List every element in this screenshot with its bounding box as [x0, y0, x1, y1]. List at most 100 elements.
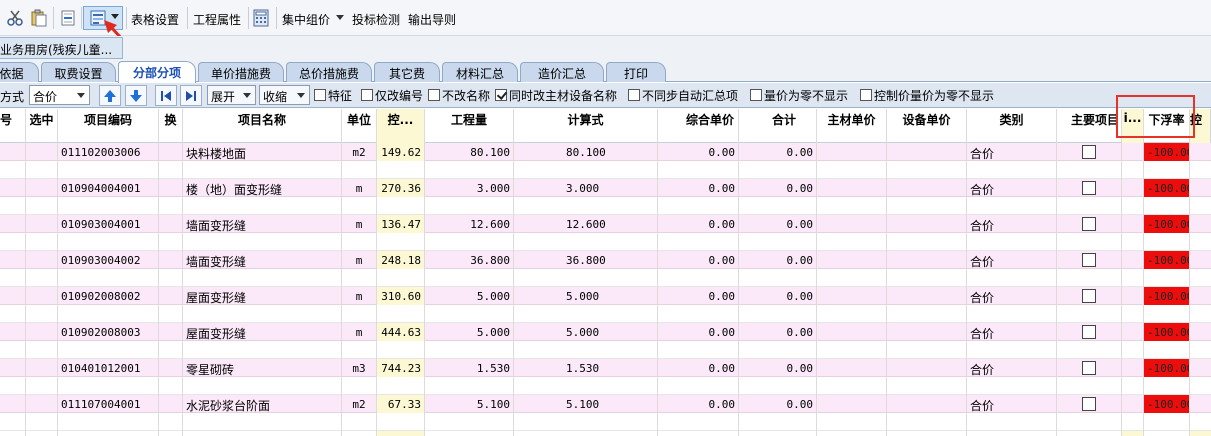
cell-formula[interactable]: 5.100 — [514, 395, 658, 413]
checkbox-box[interactable] — [628, 89, 640, 101]
main-item-checkbox[interactable] — [1082, 253, 1096, 267]
cell-formula[interactable]: 3.000 — [514, 179, 658, 197]
checkbox-feature[interactable]: 特征 — [314, 86, 352, 104]
cell-unit-price[interactable]: 0.00 — [658, 179, 739, 197]
cell-total[interactable]: 0.00 — [739, 287, 817, 305]
cell-name[interactable]: 墙面变形缝 — [183, 215, 342, 233]
expand-dropdown[interactable]: 展开 — [207, 85, 256, 105]
cell-total[interactable]: 0.00 — [739, 215, 817, 233]
main-item-checkbox[interactable] — [1082, 289, 1096, 303]
cell-unit[interactable]: m — [342, 215, 377, 233]
cell-quantity[interactable]: 3.000 — [425, 179, 514, 197]
cell-control-price[interactable]: 67.33 — [377, 395, 425, 413]
col-header-code[interactable]: 项目编码 — [58, 109, 159, 143]
col-header-selected[interactable]: 选中 — [26, 109, 58, 143]
cell-quantity[interactable]: 5.000 — [425, 323, 514, 341]
checkbox-box[interactable] — [428, 89, 440, 101]
cell-code[interactable]: 011102003006 — [58, 143, 159, 161]
cell-category[interactable]: 合价 — [967, 215, 1057, 233]
cell-unit[interactable]: m — [342, 179, 377, 197]
group-pricing-menu[interactable]: 集中组价 — [282, 11, 330, 28]
col-header-equipment-price[interactable]: 设备单价 — [887, 109, 967, 143]
cell-total[interactable]: 0.00 — [739, 143, 817, 161]
cell-formula[interactable]: 5.000 — [514, 287, 658, 305]
paste-icon[interactable] — [29, 8, 49, 28]
main-item-checkbox[interactable] — [1082, 181, 1096, 195]
tab-print[interactable]: 打印 — [606, 62, 666, 82]
bid-check-menu[interactable]: 投标检测 — [352, 11, 400, 28]
cell-unit-price[interactable]: 0.00 — [658, 359, 739, 377]
cell-total[interactable]: 0.00 — [739, 395, 817, 413]
col-header-index[interactable]: 号 — [0, 109, 26, 143]
cell-code[interactable]: 010903004001 — [58, 215, 159, 233]
cell-quantity[interactable]: 36.800 — [425, 251, 514, 269]
col-header-unit[interactable]: 单位 — [342, 109, 377, 143]
cell-category[interactable]: 合价 — [967, 323, 1057, 341]
cell-control-price[interactable]: 149.62 — [377, 143, 425, 161]
checkbox-box[interactable] — [860, 89, 872, 101]
cell-name[interactable]: 水泥砂浆台阶面 — [183, 395, 342, 413]
cell-discount-rate[interactable]: -100.00 — [1144, 287, 1190, 305]
col-header-name[interactable]: 项目名称 — [183, 109, 342, 143]
cell-discount-rate[interactable]: -100.00 — [1144, 179, 1190, 197]
cell-formula[interactable]: 12.600 — [514, 215, 658, 233]
cell-discount-rate[interactable]: -100.00 — [1144, 215, 1190, 233]
cell-code[interactable]: 010903004002 — [58, 251, 159, 269]
main-item-checkbox[interactable] — [1082, 361, 1096, 375]
cell-category[interactable]: 合价 — [967, 179, 1057, 197]
cell-name[interactable]: 墙面变形缝 — [183, 251, 342, 269]
tab-basis[interactable]: 依据 — [0, 62, 39, 82]
cell-unit[interactable]: m2 — [342, 395, 377, 413]
cell-formula[interactable]: 5.000 — [514, 323, 658, 341]
checkbox-box-checked[interactable] — [495, 89, 507, 101]
cell-category[interactable]: 合价 — [967, 395, 1057, 413]
cell-unit-price[interactable]: 0.00 — [658, 287, 739, 305]
col-header-total[interactable]: 合计 — [739, 109, 817, 143]
tab-other-fees[interactable]: 其它费 — [374, 62, 440, 82]
col-header-main-item[interactable]: 主要项目 — [1057, 109, 1122, 143]
cell-total[interactable]: 0.00 — [739, 179, 817, 197]
cell-quantity[interactable]: 12.600 — [425, 215, 514, 233]
project-attributes-menu[interactable]: 工程属性 — [193, 11, 241, 28]
checkbox-hide-zero[interactable]: 量价为零不显示 — [750, 86, 848, 104]
cell-quantity[interactable]: 80.100 — [425, 143, 514, 161]
cell-formula[interactable]: 1.530 — [514, 359, 658, 377]
main-item-checkbox[interactable] — [1082, 325, 1096, 339]
cell-unit-price[interactable]: 0.00 — [658, 143, 739, 161]
calculator-icon[interactable] — [251, 8, 271, 28]
cell-discount-rate[interactable]: -100.00 — [1144, 395, 1190, 413]
cell-code[interactable]: 010401012001 — [58, 359, 159, 377]
cell-control-price[interactable]: 310.60 — [377, 287, 425, 305]
file-tab[interactable]: 业务用房(残疾儿童... — [0, 37, 123, 59]
main-item-checkbox[interactable] — [1082, 145, 1096, 159]
col-header-formula[interactable]: 计算式 — [514, 109, 658, 143]
cell-unit-price[interactable]: 0.00 — [658, 215, 739, 233]
cell-control-price[interactable]: 270.36 — [377, 179, 425, 197]
cell-control-price[interactable]: 248.18 — [377, 251, 425, 269]
cell-category[interactable]: 合价 — [967, 287, 1057, 305]
col-header-control-price[interactable]: 控... — [377, 109, 425, 143]
cell-discount-rate[interactable]: -100.00 — [1144, 359, 1190, 377]
col-header-quantity[interactable]: 工程量 — [425, 109, 514, 143]
checkbox-box[interactable] — [314, 89, 326, 101]
cell-unit[interactable]: m — [342, 323, 377, 341]
cell-category[interactable]: 合价 — [967, 143, 1057, 161]
cell-discount-rate[interactable]: -100.00 — [1144, 143, 1190, 161]
cell-total[interactable]: 0.00 — [739, 359, 817, 377]
tab-total-measures[interactable]: 总价措施费 — [286, 62, 372, 82]
tab-cost-summary[interactable]: 造价汇总 — [520, 62, 604, 82]
cell-control-price[interactable]: 136.47 — [377, 215, 425, 233]
cell-unit[interactable]: m — [342, 287, 377, 305]
main-item-checkbox[interactable] — [1082, 397, 1096, 411]
cell-unit[interactable]: m3 — [342, 359, 377, 377]
cell-name[interactable]: 块料楼地面 — [183, 143, 342, 161]
cell-unit-price[interactable]: 0.00 — [658, 395, 739, 413]
cell-formula[interactable]: 36.800 — [514, 251, 658, 269]
cell-quantity[interactable]: 1.530 — [425, 359, 514, 377]
cell-unit-price[interactable]: 0.00 — [658, 323, 739, 341]
cell-category[interactable]: 合价 — [967, 251, 1057, 269]
tab-materials-summary[interactable]: 材料汇总 — [442, 62, 518, 82]
col-header-category[interactable]: 类别 — [967, 109, 1057, 143]
move-up-button[interactable] — [99, 85, 121, 106]
cell-total[interactable]: 0.00 — [739, 323, 817, 341]
